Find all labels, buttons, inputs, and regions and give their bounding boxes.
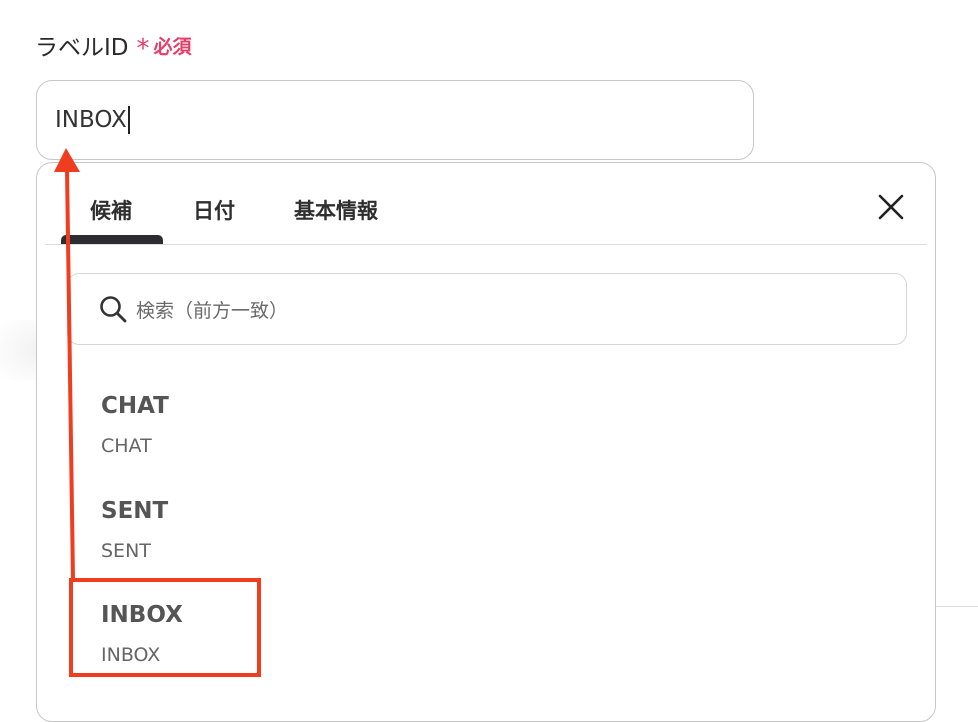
highlight-box — [69, 578, 261, 677]
annotation-arrowhead — [54, 148, 80, 172]
annotation-arrow-line — [65, 169, 75, 581]
annotation-overlay — [54, 148, 261, 677]
